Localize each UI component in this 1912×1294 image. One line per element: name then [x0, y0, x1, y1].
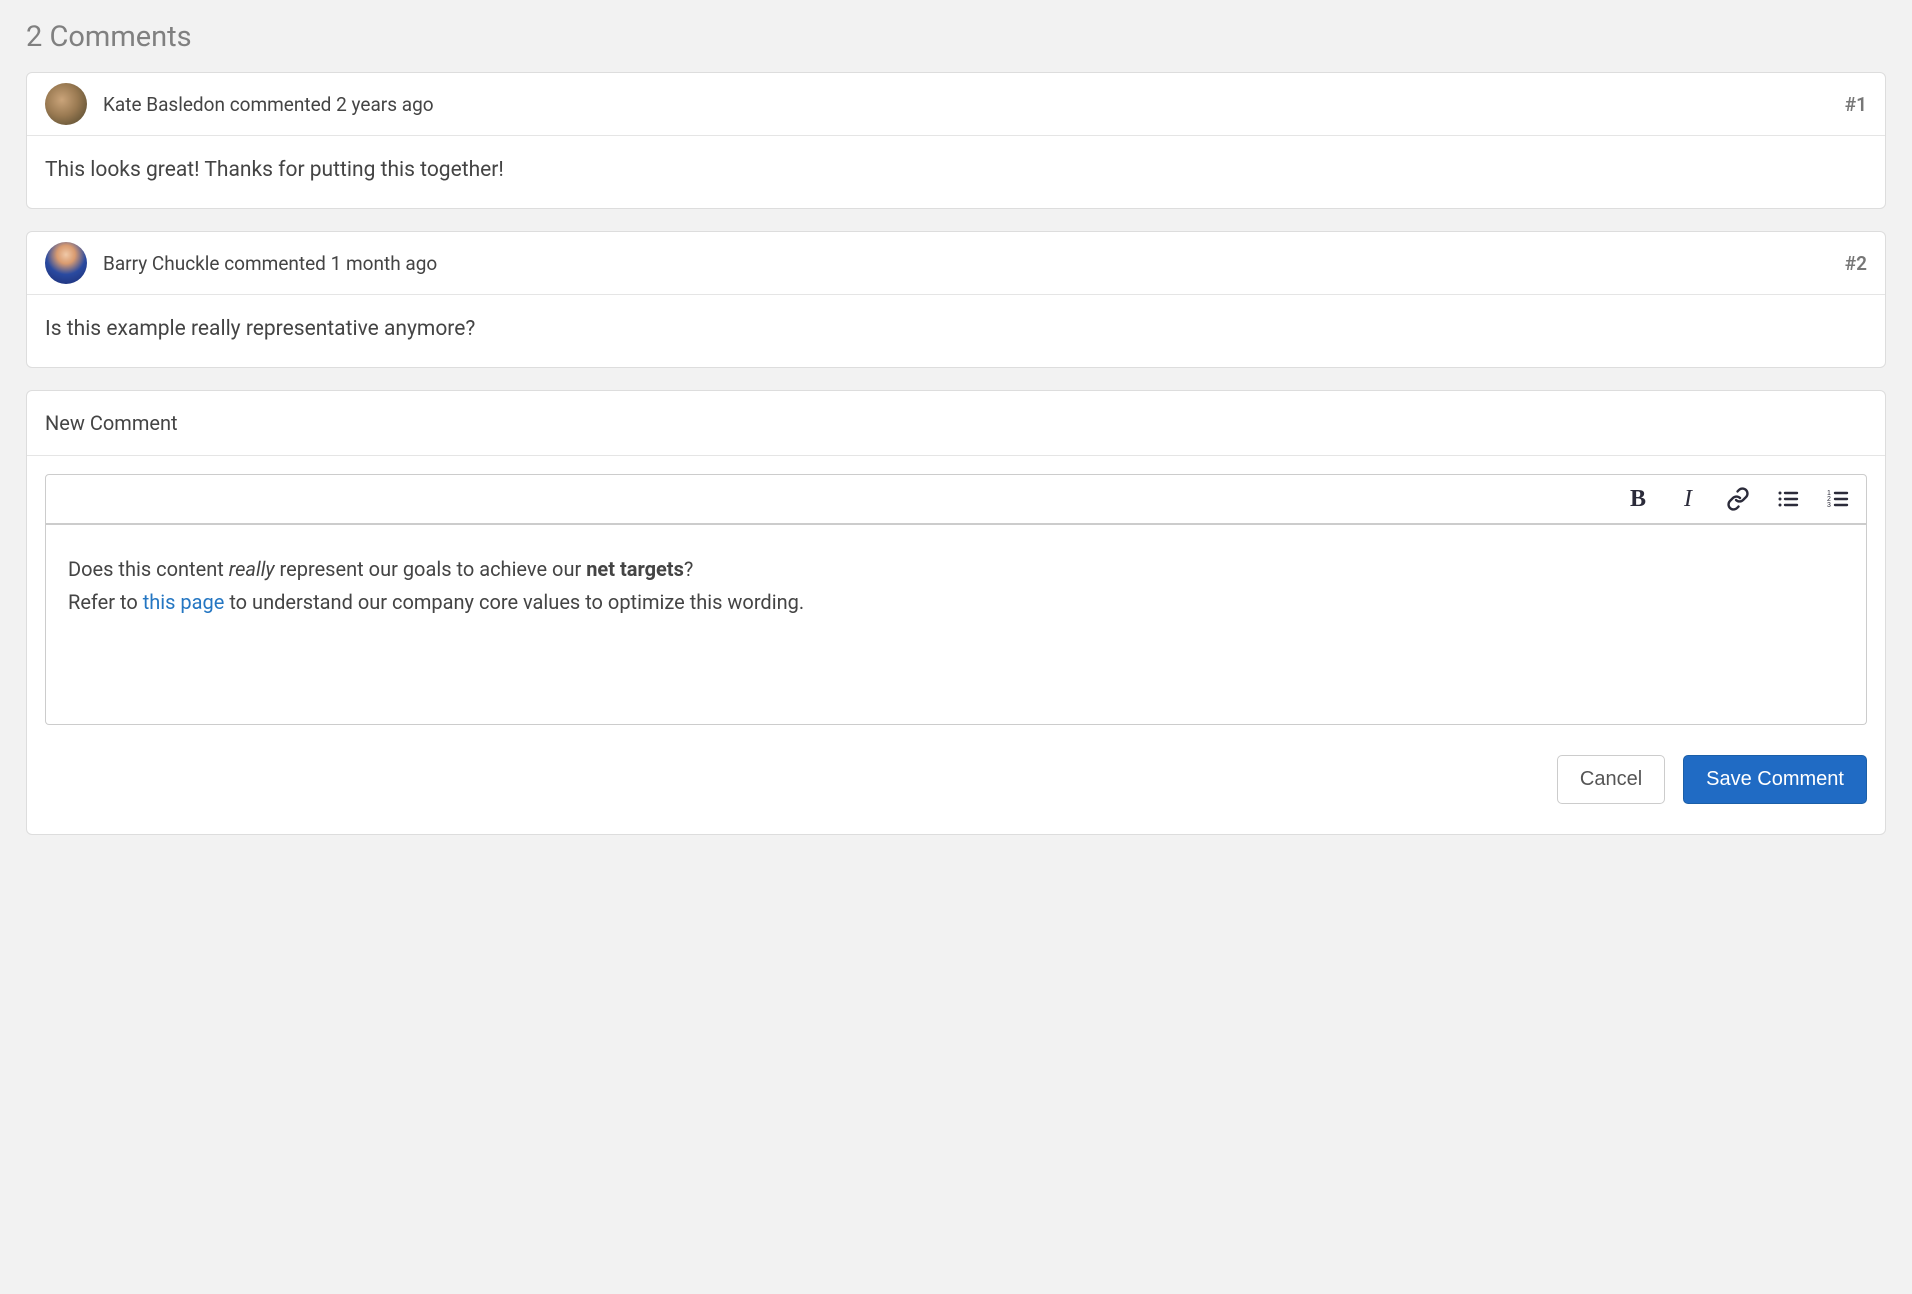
save-comment-button[interactable]: Save Comment [1683, 755, 1867, 804]
numbered-list-button[interactable]: 1 2 3 [1824, 485, 1852, 513]
svg-text:3: 3 [1827, 502, 1831, 509]
editor-toolbar: B I [46, 475, 1866, 524]
italic-text: really [229, 557, 275, 581]
comment-body: Is this example really representative an… [27, 295, 1885, 367]
bullet-list-button[interactable] [1774, 485, 1802, 513]
comment-verb: commented [224, 252, 326, 275]
comment-header: Barry Chuckle commented 1 month ago #2 [27, 232, 1885, 295]
comment-card: Barry Chuckle commented 1 month ago #2 I… [26, 231, 1886, 368]
link-button[interactable] [1724, 485, 1752, 513]
comment-card: Kate Basledon commented 2 years ago #1 T… [26, 72, 1886, 209]
editor-line: Does this content really represent our g… [68, 553, 1844, 586]
editor-line: Refer to this page to understand our com… [68, 586, 1844, 619]
editor-toolbar-box: B I [45, 474, 1867, 525]
comment-meta: Kate Basledon commented 2 years ago [103, 93, 1845, 116]
new-comment-header: New Comment [27, 391, 1885, 456]
comment-number: #2 [1845, 252, 1867, 275]
form-actions: Cancel Save Comment [27, 729, 1885, 834]
cancel-button[interactable]: Cancel [1557, 755, 1665, 804]
link-text[interactable]: this page [143, 590, 225, 614]
bullet-list-icon [1776, 487, 1800, 511]
bold-text: net targets [586, 557, 684, 581]
new-comment-card: New Comment B I [26, 390, 1886, 835]
comment-meta: Barry Chuckle commented 1 month ago [103, 252, 1845, 275]
comment-number: #1 [1845, 93, 1867, 116]
comment-body: This looks great! Thanks for putting thi… [27, 136, 1885, 208]
comment-editor[interactable]: Does this content really represent our g… [45, 525, 1867, 725]
comment-author: Kate Basledon [103, 93, 225, 116]
comment-time: 2 years ago [336, 93, 433, 116]
italic-button[interactable]: I [1674, 485, 1702, 513]
numbered-list-icon: 1 2 3 [1826, 487, 1850, 511]
comment-time: 1 month ago [331, 252, 438, 275]
comment-header: Kate Basledon commented 2 years ago #1 [27, 73, 1885, 136]
link-icon [1726, 487, 1750, 511]
editor-wrap: B I [27, 456, 1885, 729]
comments-section-title: 2 Comments [26, 20, 1886, 54]
bold-button[interactable]: B [1624, 485, 1652, 513]
comment-author: Barry Chuckle [103, 252, 220, 275]
avatar [45, 83, 87, 125]
avatar [45, 242, 87, 284]
comment-verb: commented [230, 93, 332, 116]
